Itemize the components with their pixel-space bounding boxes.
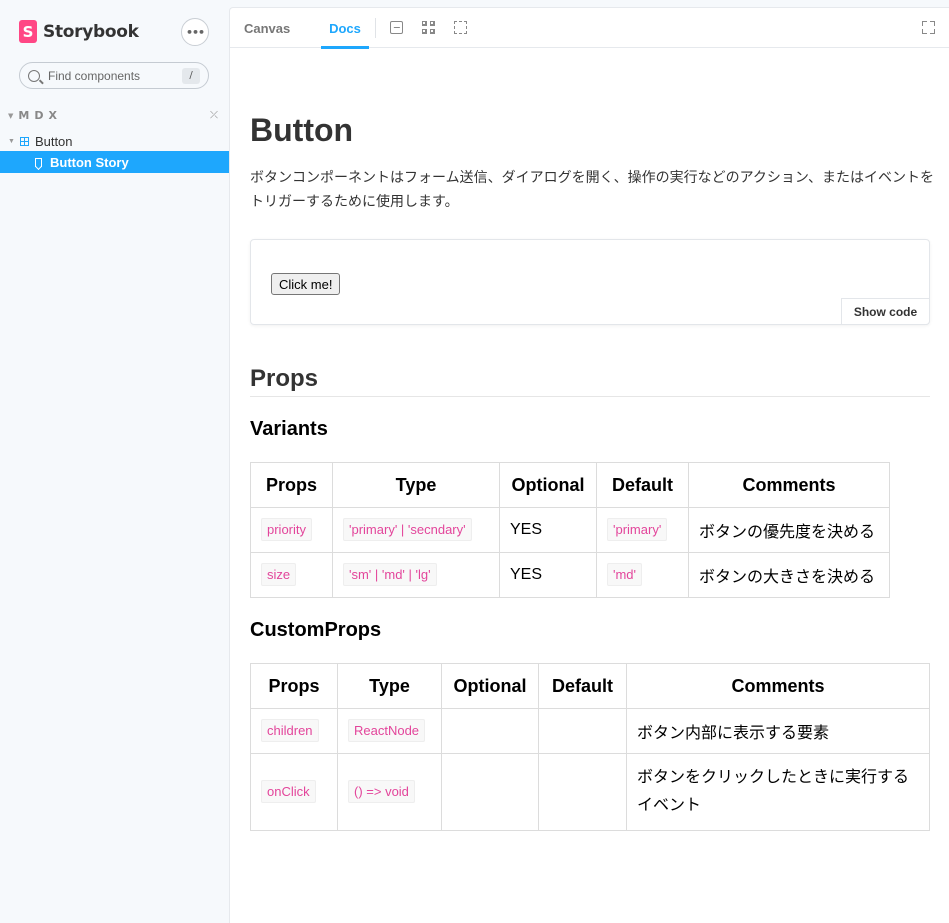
column-header: Optional <box>441 663 539 709</box>
caret-down-icon: ▼ <box>8 137 15 145</box>
column-header: Comments <box>626 663 930 709</box>
grid-icon[interactable] <box>422 21 435 34</box>
sidebar-item-button-story[interactable]: Button Story <box>0 151 229 173</box>
sidebar-item-label: Button Story <box>50 154 129 170</box>
cell-optional <box>441 708 539 754</box>
sidebar-group-mdx[interactable]: ▼ MDX ⤫ <box>8 109 218 122</box>
search-icon <box>28 69 40 82</box>
menu-button[interactable]: ••• <box>181 18 209 46</box>
custom-props-heading: CustomProps <box>250 619 382 641</box>
column-header: Comments <box>688 462 890 508</box>
sidebar-group-label: MDX <box>18 109 62 122</box>
variants-heading: Variants <box>250 418 328 440</box>
custom-props-table: Props Type Optional Default Comments chi… <box>250 663 930 831</box>
toolbar: Canvas Docs <box>230 8 949 49</box>
toolbar-divider <box>375 18 376 38</box>
brand-name: Storybook <box>43 21 139 42</box>
column-header: Props <box>250 462 333 508</box>
table-row: onClick () => void ボタンをクリックしたときに実行するイベント <box>250 753 930 831</box>
cell-default: 'md' <box>596 552 689 598</box>
search-box[interactable]: / <box>19 62 209 89</box>
page-title: Button <box>250 112 354 148</box>
cell-prop: priority <box>250 507 333 553</box>
cell-comment: ボタン内部に表示する要素 <box>626 708 930 754</box>
component-icon <box>19 136 29 146</box>
shortcut-key: / <box>182 67 200 84</box>
cell-optional <box>441 753 539 831</box>
cell-type: 'sm' | 'md' | 'lg' <box>332 552 500 598</box>
cell-optional: YES <box>499 552 597 598</box>
cell-comment: ボタンの優先度を決める <box>688 507 890 553</box>
ellipsis-icon: ••• <box>185 25 205 39</box>
column-header: Props <box>250 663 338 709</box>
column-header: Type <box>337 663 442 709</box>
cell-default <box>538 753 627 831</box>
sidebar: S Storybook ••• / ▼ MDX ⤫ ▼ Button Butto… <box>0 0 229 923</box>
cell-type: ReactNode <box>337 708 442 754</box>
outline-icon[interactable] <box>454 21 467 34</box>
cell-default: 'primary' <box>596 507 689 553</box>
tab-docs[interactable]: Docs <box>321 8 369 49</box>
sidebar-item-label: Button <box>34 133 73 149</box>
main-panel: Canvas Docs Button ボタンコンポーネントはフォーム送信、ダイア… <box>229 7 949 923</box>
cell-prop: size <box>250 552 333 598</box>
cell-optional: YES <box>499 507 597 553</box>
props-heading: Props <box>250 365 930 397</box>
table-header-row: Props Type Optional Default Comments <box>250 462 890 508</box>
column-header: Type <box>332 462 500 508</box>
cell-prop: onClick <box>250 753 338 831</box>
sidebar-item-button[interactable]: ▼ Button <box>0 130 229 152</box>
cell-comment: ボタンの大きさを決める <box>688 552 890 598</box>
column-header: Default <box>538 663 627 709</box>
cell-prop: children <box>250 708 338 754</box>
tab-canvas[interactable]: Canvas <box>244 8 290 48</box>
cell-type: 'primary' | 'secndary' <box>332 507 500 553</box>
caret-down-icon: ▼ <box>8 111 14 120</box>
show-code-button[interactable]: Show code <box>841 298 930 325</box>
description: ボタンコンポーネントはフォーム送信、ダイアログを開く、操作の実行などのアクション… <box>250 169 935 209</box>
fullscreen-icon[interactable] <box>922 21 935 34</box>
collapse-all-icon[interactable]: ⤫ <box>210 110 218 121</box>
table-row: priority 'primary' | 'secndary' YES 'pri… <box>250 507 890 553</box>
column-header: Optional <box>499 462 597 508</box>
search-input[interactable] <box>48 68 168 83</box>
cell-default <box>538 708 627 754</box>
table-row: size 'sm' | 'md' | 'lg' YES 'md' ボタンの大きさ… <box>250 552 890 598</box>
story-preview: Click me! Show code <box>250 239 930 325</box>
variants-table: Props Type Optional Default Comments pri… <box>250 462 890 598</box>
cell-comment: ボタンをクリックしたときに実行するイベント <box>626 753 930 831</box>
table-row: children ReactNode ボタン内部に表示する要素 <box>250 708 930 754</box>
cell-type: () => void <box>337 753 442 831</box>
bookmark-icon <box>35 157 42 167</box>
table-header-row: Props Type Optional Default Comments <box>250 663 930 709</box>
brand[interactable]: S Storybook <box>19 20 139 43</box>
image-icon[interactable] <box>390 21 403 34</box>
column-header: Default <box>596 462 689 508</box>
storybook-logo-icon: S <box>19 20 37 43</box>
click-me-button[interactable]: Click me! <box>271 273 341 295</box>
